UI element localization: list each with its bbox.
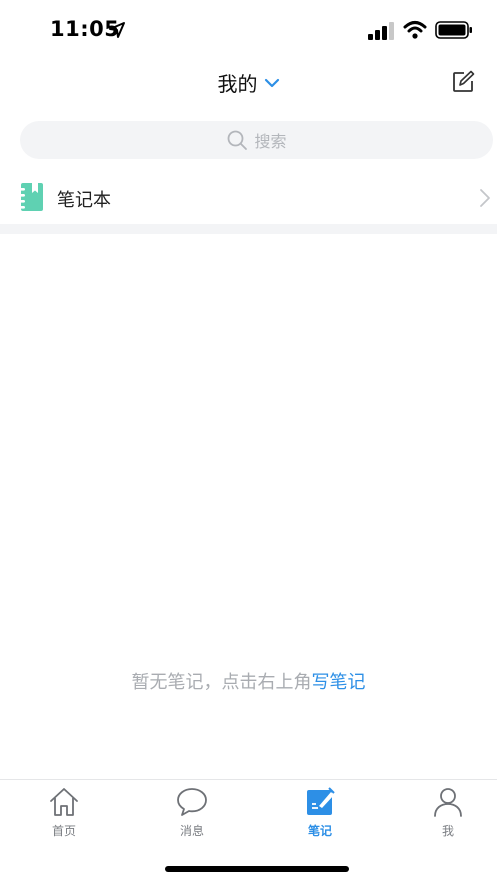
tab-home[interactable]: 首页 bbox=[19, 786, 109, 846]
home-icon bbox=[50, 788, 78, 816]
status-bar: 11:05 bbox=[0, 0, 497, 60]
tab-messages-label: 消息 bbox=[179, 824, 204, 838]
nav-header: 我的 bbox=[0, 60, 497, 106]
tab-me-label: 我 bbox=[441, 824, 454, 838]
home-indicator[interactable] bbox=[165, 866, 349, 872]
notebook-label: 笔记本 bbox=[57, 190, 111, 211]
title-dropdown[interactable]: 我的 bbox=[0, 68, 497, 97]
tab-messages[interactable]: 消息 bbox=[147, 786, 237, 846]
empty-state-text: 暂无笔记，点击右上角 bbox=[131, 672, 312, 693]
location-arrow-icon bbox=[109, 22, 125, 38]
tab-me[interactable]: 我 bbox=[403, 786, 493, 846]
notebook-icon bbox=[19, 183, 43, 211]
chevron-down-icon bbox=[264, 78, 279, 87]
battery-icon bbox=[435, 21, 472, 39]
tab-notes-label: 笔记 bbox=[307, 824, 332, 838]
compose-icon[interactable] bbox=[451, 70, 475, 94]
search-input[interactable]: 搜索 bbox=[20, 121, 493, 159]
section-divider bbox=[0, 224, 497, 234]
tab-home-label: 首页 bbox=[51, 824, 76, 838]
tab-notes[interactable]: 笔记 bbox=[275, 786, 365, 846]
wifi-icon bbox=[403, 21, 427, 39]
cellular-signal-icon bbox=[368, 22, 394, 40]
person-icon bbox=[434, 788, 462, 817]
page-title: 我的 bbox=[217, 72, 258, 96]
search-icon bbox=[228, 130, 248, 150]
empty-state-message: 暂无笔记，点击右上角写笔记 bbox=[0, 668, 497, 694]
write-note-link[interactable]: 写笔记 bbox=[312, 672, 366, 693]
search-placeholder: 搜索 bbox=[254, 132, 287, 151]
notes-screen: 11:05 我的 搜索 笔记本 暂无笔记，点击右上角写笔记 首页 消息 笔记 我 bbox=[0, 0, 497, 883]
notebook-list-item[interactable]: 笔记本 bbox=[0, 172, 497, 224]
note-pen-icon bbox=[307, 787, 335, 815]
chevron-right-icon bbox=[480, 189, 490, 207]
chat-bubble-icon bbox=[177, 788, 207, 816]
